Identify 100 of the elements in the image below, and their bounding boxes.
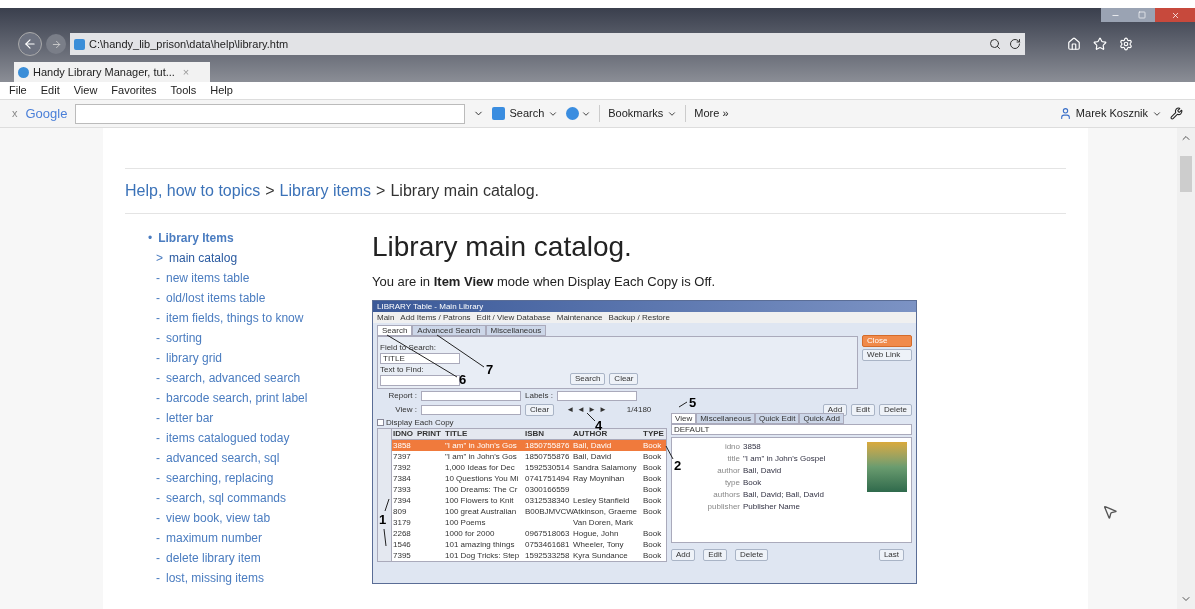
address-bar[interactable]: C:\handy_lib_prison\data\help\library.htm <box>70 33 1025 55</box>
table-row[interactable]: 7392 1,000 Ideas for Dec 1592530514 Sandra Salamony Book <box>392 461 666 473</box>
home-icon[interactable] <box>1067 37 1081 51</box>
table-cell: Book <box>643 539 662 549</box>
user-button[interactable]: Marek Kosznik <box>1058 105 1162 122</box>
table-row[interactable]: 2268 1000 for 2000 0967518063 Hogue, John Book <box>392 527 666 539</box>
search-button[interactable]: Search <box>570 372 606 385</box>
table-row[interactable]: 809 100 great Australian B00BJMVCWAtkinson, Graeme Book <box>392 505 666 517</box>
menu-item[interactable]: Favorites <box>111 82 157 99</box>
nav-link[interactable]: view book, view tab <box>166 511 271 525</box>
nav-link[interactable]: lost, missing items <box>166 571 265 585</box>
scroll-thumb[interactable] <box>1180 156 1192 192</box>
column-header[interactable]: ISBN <box>525 429 545 438</box>
app-tab[interactable]: Miscellaneous <box>485 324 547 336</box>
nav-link[interactable]: maximum number <box>166 531 263 545</box>
nav-link[interactable]: delete library item <box>166 551 261 565</box>
star-icon[interactable] <box>1093 37 1107 51</box>
nav-header[interactable]: Library Items <box>158 228 234 248</box>
breadcrumb-link[interactable]: Library items <box>279 179 372 203</box>
panel-button[interactable]: Last <box>878 548 904 561</box>
breadcrumb-link[interactable]: Help, how to topics <box>125 179 261 203</box>
nav-link[interactable]: library grid <box>166 351 222 365</box>
app-menu-item[interactable]: Backup / Restore <box>608 312 670 322</box>
app-menu-item[interactable]: Edit / View Database <box>476 312 551 322</box>
field-select[interactable]: TITLE <box>380 352 460 364</box>
nav-link[interactable]: items catalogued today <box>166 431 290 445</box>
app-menu-item[interactable]: Main <box>377 312 395 322</box>
menu-item[interactable]: Help <box>210 82 233 99</box>
more-button[interactable]: More » <box>685 105 729 122</box>
table-row[interactable]: 7384 10 Questions You Mi 0741751494 Ray Moynihan Book <box>392 472 666 484</box>
action-button[interactable]: Delete <box>878 403 912 416</box>
nav-link[interactable]: letter bar <box>166 411 214 425</box>
wrench-icon[interactable] <box>1170 107 1183 120</box>
nav-marker: - <box>156 411 160 425</box>
table-row[interactable]: 7394 100 Flowers to Knit 0312538340 Lesley Stanfield Book <box>392 494 666 506</box>
scrollbar[interactable] <box>1177 128 1195 609</box>
clear-button[interactable]: Clear <box>525 403 555 416</box>
table-cell: Ball, David <box>573 440 612 450</box>
shield-button[interactable] <box>566 107 592 120</box>
search-field[interactable] <box>75 103 466 124</box>
table-row[interactable]: 7393 100 Dreams: The Cr 0300166559 Book <box>392 483 666 495</box>
table-row[interactable]: 7395 101 Dog Tricks: Step 1592533258 Kyra Sundance Book <box>392 549 666 561</box>
menu-item[interactable]: Tools <box>170 82 197 99</box>
nav-link[interactable]: advanced search, sql <box>166 451 280 465</box>
table-row[interactable]: 1546 101 amazing things 0753461681 Wheeler, Tony Book <box>392 538 666 550</box>
view-select[interactable]: DEFAULT <box>671 423 912 435</box>
detail-value: Ball, David; Ball, David <box>743 489 824 499</box>
app-tab[interactable]: Advanced Search <box>412 324 486 336</box>
app-menu-item[interactable]: Add Items / Patrons <box>400 312 471 322</box>
web-link-button[interactable]: Web Link <box>862 348 912 361</box>
search-button[interactable]: Search <box>492 105 559 122</box>
browser-tab[interactable]: Handy Library Manager, tut... × <box>14 62 210 82</box>
column-header[interactable]: IDNO <box>393 429 413 438</box>
nav-link[interactable]: barcode search, print label <box>166 391 308 405</box>
menu-item[interactable]: View <box>73 82 98 99</box>
nav-link[interactable]: searching, replacing <box>166 471 274 485</box>
table-row[interactable]: 3179 100 Poems Van Doren, Mark <box>392 516 666 528</box>
menu-item[interactable]: File <box>9 82 27 99</box>
checkbox[interactable] <box>377 418 384 426</box>
settings-icon[interactable] <box>1119 37 1133 51</box>
action-button[interactable]: Edit <box>851 403 875 416</box>
app-menu-item[interactable]: Maintenance <box>556 312 603 322</box>
nav-link[interactable]: old/lost items table <box>166 291 266 305</box>
table-row[interactable]: 7397 "I am" in John's Gos 1850755876 Ball, David Book <box>392 450 666 462</box>
leader-line <box>678 401 688 407</box>
text-field[interactable] <box>380 374 460 386</box>
column-header[interactable]: PRINT <box>417 429 441 438</box>
nav-link[interactable]: search, advanced search <box>166 371 301 385</box>
callout-number: 5 <box>689 395 697 409</box>
menu-item[interactable]: Edit <box>40 82 60 99</box>
clear-button[interactable]: Clear <box>609 372 639 385</box>
app-tab[interactable]: Search <box>377 324 413 336</box>
bookmarks-button[interactable]: Bookmarks <box>599 105 678 122</box>
view-tab[interactable]: Quick Add <box>799 412 844 424</box>
back-button[interactable] <box>18 32 42 56</box>
labels-field[interactable] <box>557 390 638 401</box>
search-icon[interactable] <box>989 38 1001 50</box>
nav-arrow[interactable]: ► <box>598 405 607 414</box>
nav-link[interactable]: search, sql commands <box>166 491 287 505</box>
nav-arrow[interactable]: ◄ <box>566 405 575 414</box>
nav-link[interactable]: item fields, things to know <box>166 311 304 325</box>
panel-button[interactable]: Edit <box>703 548 728 561</box>
view-field[interactable] <box>421 404 521 415</box>
view-tab[interactable]: View <box>671 412 697 424</box>
nav-link[interactable]: sorting <box>166 331 203 345</box>
nav-arrow[interactable]: ◄ <box>577 405 585 414</box>
nav-link[interactable]: main catalog <box>169 251 238 265</box>
column-header[interactable]: TITLE <box>445 429 468 438</box>
forward-button[interactable] <box>46 34 66 54</box>
view-tab[interactable]: Miscellaneous <box>696 412 755 424</box>
report-field[interactable] <box>421 390 521 401</box>
column-header[interactable]: AUTHOR <box>573 429 608 438</box>
nav-arrow[interactable]: ► <box>587 405 596 414</box>
view-tab[interactable]: Quick Edit <box>754 412 800 424</box>
panel-button[interactable]: Delete <box>735 548 769 561</box>
refresh-icon[interactable] <box>1009 38 1021 50</box>
panel-button[interactable]: Add <box>671 548 696 561</box>
maximize-button[interactable] <box>1129 8 1155 22</box>
column-header[interactable]: TYPE <box>643 429 664 438</box>
nav-link[interactable]: new items table <box>166 271 250 285</box>
